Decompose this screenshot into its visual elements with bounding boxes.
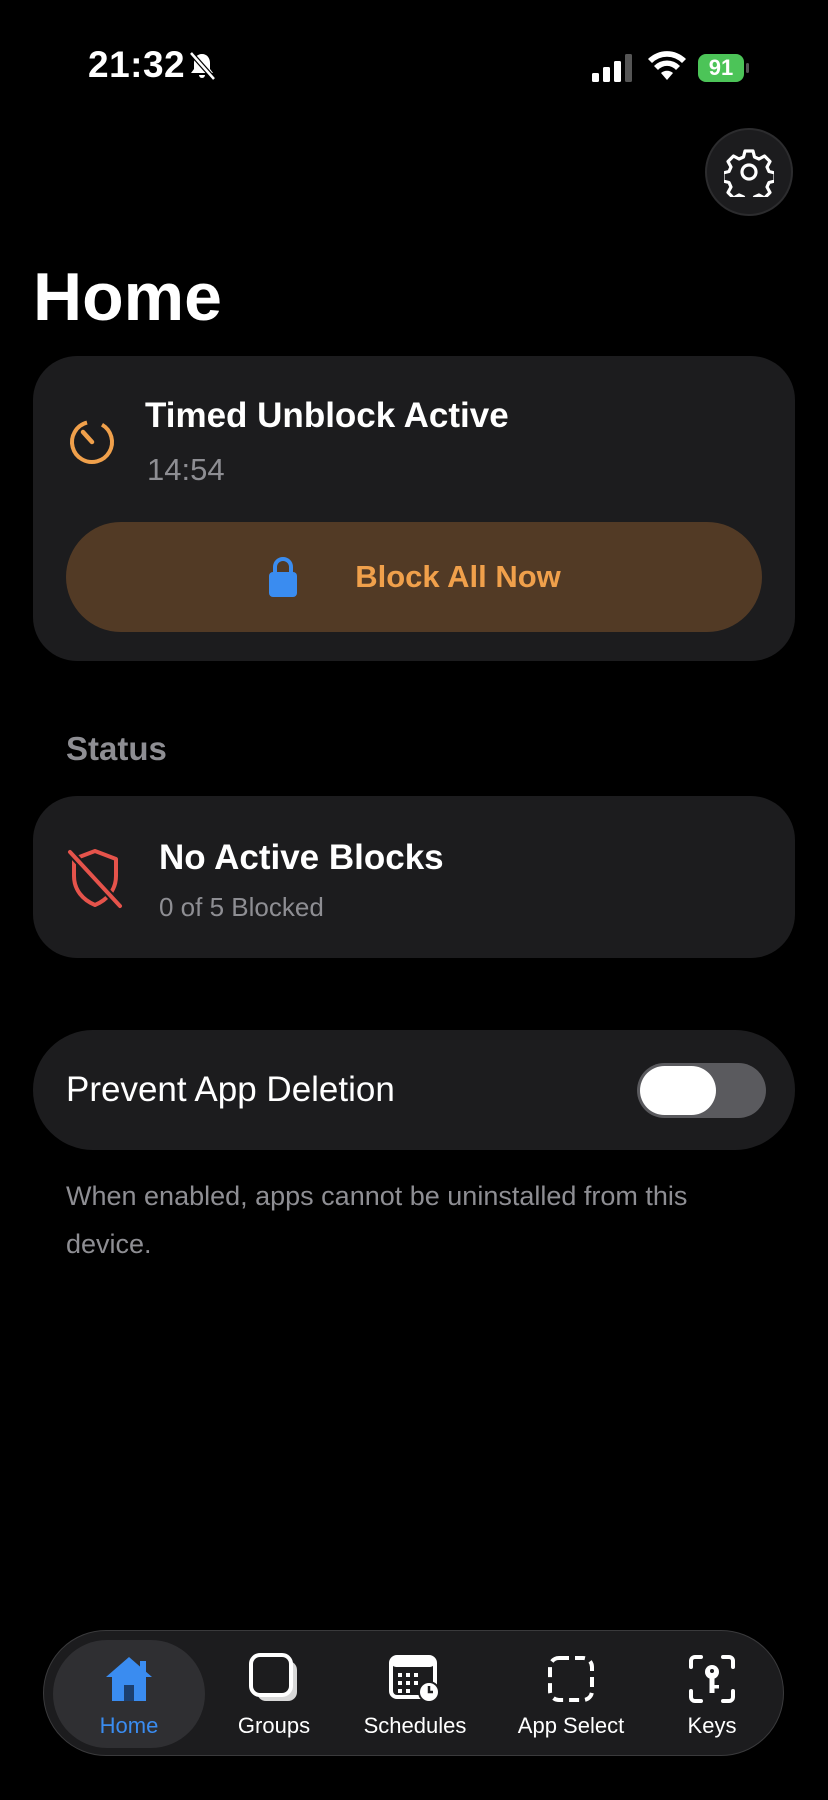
tab-home[interactable]: Home: [53, 1640, 205, 1748]
block-all-now-button[interactable]: Block All Now: [66, 522, 762, 632]
timed-unblock-title: Timed Unblock Active: [145, 396, 509, 435]
page-title: Home: [33, 259, 222, 335]
tab-app-select[interactable]: App Select: [496, 1631, 646, 1757]
tab-schedules[interactable]: Schedules: [342, 1631, 488, 1757]
status-subtitle: 0 of 5 Blocked: [159, 892, 324, 922]
battery-indicator: 91: [698, 54, 749, 82]
tab-groups-label: Groups: [237, 1713, 311, 1738]
shield-slash-icon: [67, 849, 123, 909]
key-icon: [689, 1655, 735, 1703]
block-all-now-label: Block All Now: [355, 559, 561, 594]
house-icon: [106, 1657, 152, 1701]
prevent-deletion-toggle[interactable]: [637, 1063, 766, 1118]
battery-percent: 91: [708, 55, 734, 80]
status-time: 21:32: [88, 44, 186, 85]
tab-bar: Home Groups Schedules App Select Keys: [43, 1630, 784, 1756]
gear-icon: [724, 149, 774, 197]
tab-keys-label: Keys: [687, 1713, 737, 1738]
timed-unblock-remaining: 14:54: [147, 452, 225, 487]
tab-groups[interactable]: Groups: [214, 1631, 334, 1757]
bell-slash-icon: [189, 51, 216, 81]
tab-keys[interactable]: Keys: [656, 1631, 768, 1757]
prevent-deletion-label: Prevent App Deletion: [66, 1070, 395, 1109]
tab-app-select-label: App Select: [517, 1713, 625, 1738]
tab-schedules-label: Schedules: [363, 1713, 467, 1738]
lock-icon: [269, 557, 298, 597]
groups-icon: [249, 1653, 297, 1701]
settings-button[interactable]: [705, 128, 793, 216]
tab-home-label: Home: [99, 1713, 159, 1738]
toggle-knob: [640, 1066, 716, 1115]
status-section-heading: Status: [66, 730, 167, 767]
wifi-icon: [648, 51, 686, 80]
calendar-clock-icon: [389, 1655, 440, 1703]
cellular-signal-icon: [592, 54, 632, 82]
status-title: No Active Blocks: [159, 838, 444, 877]
prevent-deletion-help: When enabled, apps cannot be uninstalled…: [66, 1181, 688, 1259]
dashed-square-icon: [548, 1656, 594, 1702]
timer-icon: [70, 420, 114, 464]
